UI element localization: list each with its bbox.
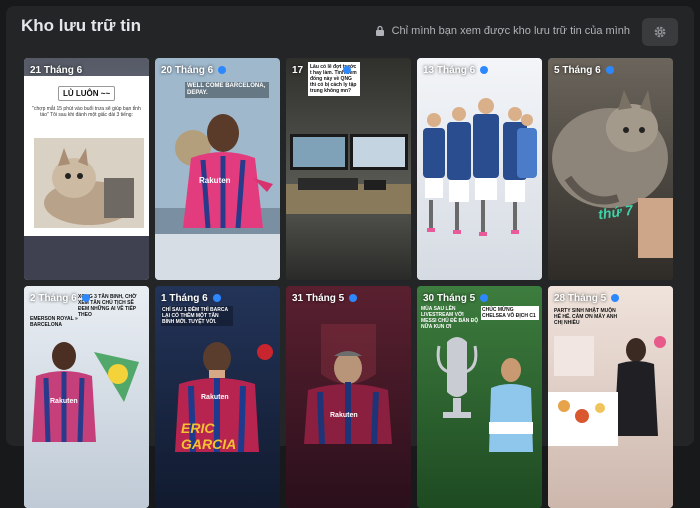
story-caption-text: MÙA SAU LÊN LIVESTREAM VỚI MESSI CHỦ ĐỀ …	[421, 306, 479, 330]
privacy-text: Chỉ mình bạn xem được kho lưu trữ tin củ…	[391, 25, 630, 37]
story-caption-text: PARTY SINH NHẬT MUỘN HẾ HẾ. CẢM ƠN MẤY A…	[554, 308, 618, 326]
unread-dot	[480, 294, 489, 302]
story-card[interactable]: Lâu có lẽ đợt trước t hay làm. Tình đem …	[286, 58, 411, 280]
story-caption-text: "chợp mắt 15 phút vào buổi trưa sẽ giúp …	[32, 106, 141, 118]
story-archive-panel: Kho lưu trữ tin Chỉ mình bạn xem được kh…	[6, 6, 694, 508]
gear-icon	[654, 26, 666, 38]
story-date-label: 17	[292, 65, 304, 76]
story-date: 30 Tháng 5	[423, 293, 489, 304]
lock-icon	[375, 25, 384, 36]
page-title: Kho lưu trữ tin	[21, 16, 141, 35]
story-date: 1 Tháng 6	[161, 293, 221, 304]
story-date: 21 Tháng 6	[30, 65, 83, 76]
trophy-image	[436, 337, 533, 452]
player-name-text: ERIC GARCIA	[181, 420, 237, 452]
story-card[interactable]: LỦ LUÔN ~~ "chợp mắt 15 phút vào buổi tr…	[24, 58, 149, 280]
story-card[interactable]: Rakuten 31 Tháng 5	[286, 286, 411, 508]
cat-image	[34, 138, 144, 228]
unread-dot	[343, 66, 352, 74]
story-date: 28 Tháng 5	[554, 293, 620, 304]
story-card[interactable]: 13 Tháng 6	[417, 58, 542, 280]
player-image	[175, 114, 273, 229]
unread-dot	[81, 294, 90, 302]
story-date: 20 Tháng 6	[161, 65, 227, 76]
story-date-label: 28 Tháng 5	[554, 293, 607, 304]
unread-dot	[611, 294, 620, 302]
story-date-label: 30 Tháng 5	[423, 293, 476, 304]
story-date-label: 5 Tháng 6	[554, 65, 601, 76]
unread-dot	[480, 66, 489, 74]
computer-image	[286, 134, 411, 214]
player-image	[32, 342, 139, 442]
cat-image	[552, 90, 673, 258]
story-grid: LỦ LUÔN ~~ "chợp mắt 15 phút vào buổi tr…	[24, 58, 674, 508]
story-date: 5 Tháng 6	[554, 65, 614, 76]
story-card[interactable]: thứ 7 5 Tháng 6	[548, 58, 673, 280]
story-date-label: 1 Tháng 6	[161, 293, 208, 304]
story-date: 31 Tháng 5	[292, 293, 358, 304]
players-image	[423, 98, 537, 236]
story-date: 2 Tháng 6	[30, 293, 90, 304]
story-caption-text: CHỈ SAU 1 ĐÊM THÌ BARCA LẠI CÓ THÊM MỘT …	[161, 306, 233, 326]
story-date: 13 Tháng 6	[423, 65, 489, 76]
player-image	[304, 324, 392, 444]
settings-button[interactable]	[642, 18, 678, 46]
story-date-label: 20 Tháng 6	[161, 65, 214, 76]
jersey-text: Rakuten	[330, 412, 358, 419]
jersey-text: Rakuten	[201, 394, 229, 401]
unread-dot	[349, 294, 358, 302]
story-card[interactable]: CHỈ SAU 1 ĐÊM THÌ BARCA LẠI CÓ THÊM MỘT …	[155, 286, 280, 508]
privacy-notice: Chỉ mình bạn xem được kho lưu trữ tin củ…	[374, 25, 630, 37]
story-date-label: 31 Tháng 5	[292, 293, 345, 304]
story-date-label: 2 Tháng 6	[30, 293, 77, 304]
story-date-label: 13 Tháng 6	[423, 65, 476, 76]
story-caption-title: CHÚC MỪNG CHELSEA VÔ ĐỊCH C1	[481, 306, 539, 320]
story-card[interactable]: PARTY SINH NHẬT MUỘN HẾ HẾ. CẢM ƠN MẤY A…	[548, 286, 673, 508]
party-image	[548, 336, 666, 446]
jersey-text: Rakuten	[199, 176, 231, 185]
unread-dot	[218, 66, 227, 74]
story-date: 17	[292, 65, 352, 76]
story-card[interactable]: XONG 3 TÂN BINH, CHỜ XEM TÂN CHỦ TỊCH SẼ…	[24, 286, 149, 508]
story-caption-title: WELL COME BARCELONA, DEPAY.	[185, 82, 269, 98]
story-card[interactable]: WELL COME BARCELONA, DEPAY. Rakuten 20 T…	[155, 58, 280, 280]
header: Kho lưu trữ tin Chỉ mình bạn xem được kh…	[6, 6, 694, 56]
unread-dot	[605, 66, 614, 74]
story-card[interactable]: MÙA SAU LÊN LIVESTREAM VỚI MESSI CHỦ ĐỀ …	[417, 286, 542, 508]
story-caption-title: LỦ LUÔN ~~	[58, 86, 116, 101]
jersey-text: Rakuten	[50, 398, 78, 405]
unread-dot	[212, 294, 221, 302]
